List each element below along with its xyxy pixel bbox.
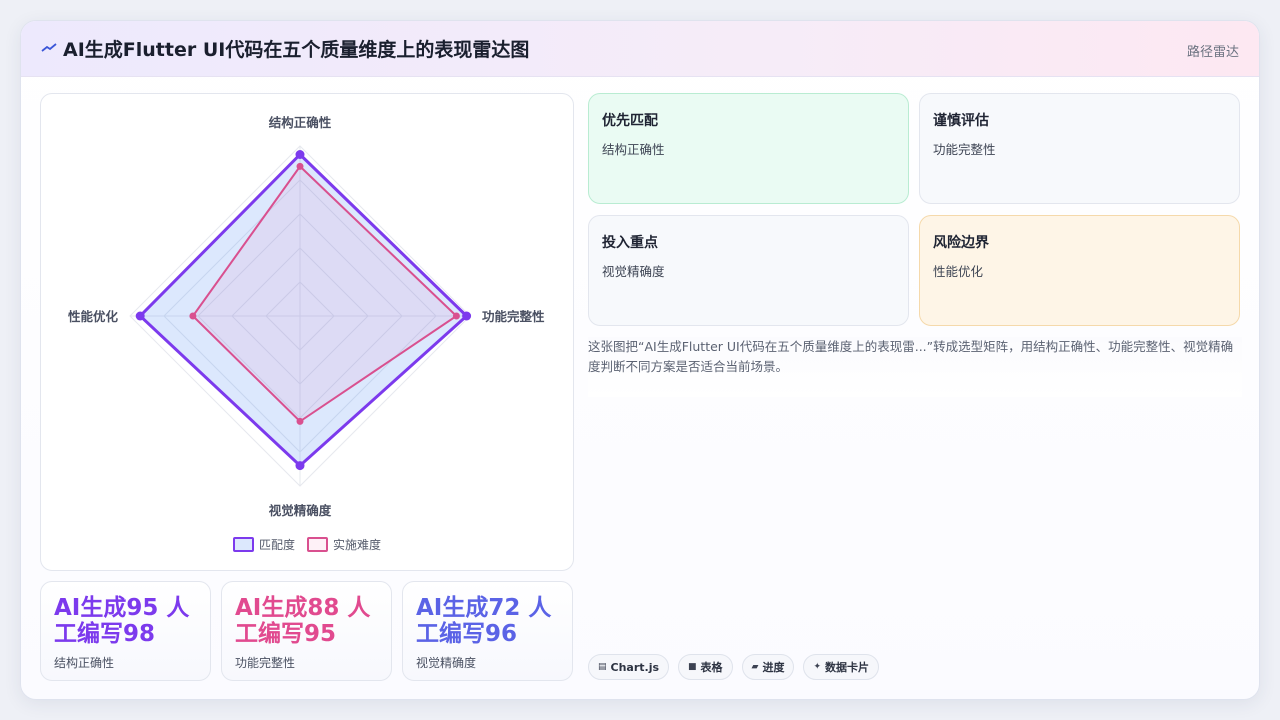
stat-value: AI生成95 人工编写98 [54, 595, 190, 647]
data-point [295, 461, 305, 471]
radar-chart-panel: 结构正确性功能完整性视觉精确度 性能优化 匹配度 实施难度 [40, 93, 574, 571]
tag-list: ▤ Chart.js ■ 表格 ▰ 进度 ✦ 数据卡片 [588, 654, 880, 680]
legend-swatch [307, 536, 328, 552]
stat-label: 功能完整性 [235, 656, 296, 670]
radar-chart: 结构正确性功能完整性视觉精确度 性能优化 [67, 115, 545, 518]
tag-table[interactable]: ■ 表格 [678, 654, 733, 680]
axis-label: 视觉精确度 [269, 503, 332, 518]
legend-item-series-2[interactable]: 实施难度 [307, 534, 381, 554]
insight-text: 功能完整性 [933, 142, 996, 157]
main-card: AI生成Flutter UI代码在五个质量维度上的表现雷达图 路径雷达 结构正确… [20, 20, 1260, 700]
insight-title: 谨慎评估 [933, 113, 989, 129]
description-text: 这张图把“AI生成Flutter UI代码在五个质量维度上的表现雷...”转成选… [588, 337, 1242, 397]
data-point [295, 150, 305, 159]
insight-title: 风险边界 [933, 235, 989, 251]
insight-title: 投入重点 [602, 235, 658, 251]
insight-text: 结构正确性 [602, 142, 665, 157]
insight-card-priority: 优先匹配 结构正确性 [588, 93, 909, 204]
data-point [135, 311, 145, 321]
insight-card-caution: 谨慎评估 功能完整性 [919, 93, 1240, 204]
chart-icon: ▤ [598, 662, 607, 672]
tag-data-card[interactable]: ✦ 数据卡片 [803, 654, 880, 680]
progress-icon: ▰ [751, 662, 759, 672]
tag-label: 表格 [700, 661, 723, 674]
tag-label: Chart.js [610, 660, 660, 674]
insight-text: 视觉精确度 [602, 264, 665, 279]
data-point [296, 162, 304, 170]
header-bar: AI生成Flutter UI代码在五个质量维度上的表现雷达图 路径雷达 [21, 21, 1259, 77]
legend-item-series-1[interactable]: 匹配度 [232, 534, 295, 554]
legend-swatch [232, 536, 254, 552]
insight-title: 优先匹配 [602, 113, 658, 129]
stat-label: 视觉精确度 [416, 656, 477, 670]
stat-label: 结构正确性 [54, 656, 115, 670]
tag-progress[interactable]: ▰ 进度 [741, 654, 795, 680]
stat-card-visual: AI生成72 人工编写96 视觉精确度 [402, 581, 573, 681]
page-title: AI生成Flutter UI代码在五个质量维度上的表现雷达图 [63, 39, 530, 61]
table-icon: ■ [688, 662, 697, 672]
trend-icon [41, 43, 57, 52]
stat-card-function: AI生成88 人工编写95 功能完整性 [221, 581, 392, 681]
axis-label: 结构正确性 [269, 115, 332, 130]
tag-label: 数据卡片 [825, 661, 870, 674]
stat-value: AI生成88 人工编写95 [235, 595, 371, 647]
legend-label: 匹配度 [258, 537, 295, 552]
insight-text: 性能优化 [933, 264, 984, 279]
insight-card-focus: 投入重点 视觉精确度 [588, 215, 909, 326]
sparkle-icon: ✦ [813, 662, 822, 672]
axis-label: 性能优化 [67, 309, 119, 324]
insight-card-risk: 风险边界 性能优化 [919, 215, 1240, 326]
data-point [452, 312, 460, 320]
tag-label: 进度 [762, 661, 785, 674]
chart-legend: 匹配度 实施难度 [41, 534, 573, 554]
data-point [296, 417, 304, 425]
data-point [189, 312, 197, 320]
stat-card-structure: AI生成95 人工编写98 结构正确性 [40, 581, 211, 681]
legend-label: 实施难度 [333, 537, 382, 552]
data-point [462, 311, 472, 321]
axis-label: 功能完整性 [482, 309, 545, 324]
header-right-label: 路径雷达 [1186, 45, 1239, 60]
tag-chartjs[interactable]: ▤ Chart.js [588, 654, 670, 680]
stat-value: AI生成72 人工编写96 [416, 595, 552, 647]
